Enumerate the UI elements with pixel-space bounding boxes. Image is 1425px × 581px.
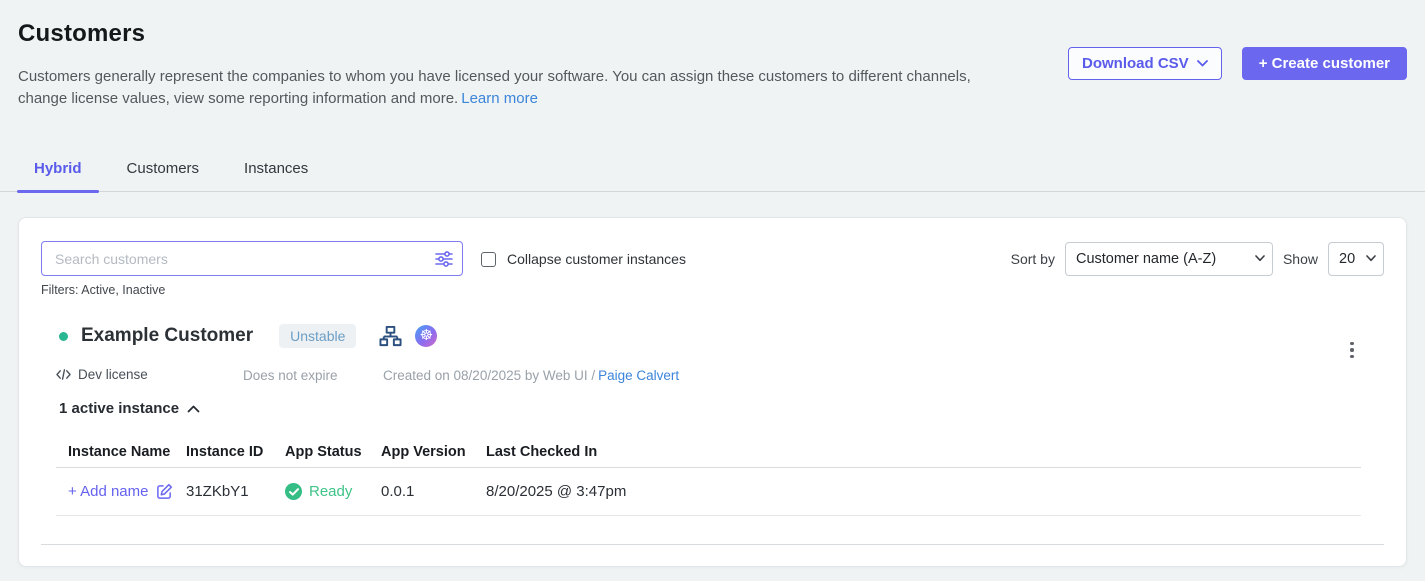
code-icon (56, 368, 71, 381)
last-checked-in-cell: 8/20/2025 @ 3:47pm (486, 483, 1361, 500)
sort-by-label: Sort by (1011, 251, 1055, 267)
learn-more-link[interactable]: Learn more (461, 90, 538, 107)
create-customer-button[interactable]: + Create customer (1242, 47, 1407, 80)
created-by-link[interactable]: Paige Calvert (598, 368, 679, 383)
license-row: Dev license Does not expire Created on 0… (56, 367, 1376, 385)
column-header-app-status: App Status (285, 444, 381, 460)
customer-header: Example Customer Unstable ☸ (59, 324, 437, 348)
page-title: Customers (18, 20, 145, 48)
collapse-instances-control: Collapse customer instances (481, 242, 686, 276)
tab-hybrid[interactable]: Hybrid (17, 149, 99, 191)
table-row: + Add name 31ZKbY1 Ready 0.0.1 (56, 468, 1361, 516)
create-customer-label: + Create customer (1259, 55, 1390, 72)
tab-instances[interactable]: Instances (227, 149, 325, 191)
download-csv-label: Download CSV (1082, 55, 1189, 72)
column-header-instance-name: Instance Name (56, 444, 186, 460)
created-on-text: Created on 08/20/2025 by Web UI /Paige C… (383, 368, 679, 383)
customer-group-divider (41, 544, 1384, 545)
show-label: Show (1283, 251, 1318, 267)
license-type: Dev license (56, 367, 148, 382)
search-box (41, 241, 463, 276)
page-description: Customers generally represent the compan… (18, 66, 983, 110)
instances-toggle[interactable]: 1 active instance (59, 400, 200, 417)
download-csv-button[interactable]: Download CSV (1068, 47, 1222, 80)
kubernetes-icon: ☸ (415, 325, 437, 347)
column-header-instance-id: Instance ID (186, 444, 285, 460)
license-expiry: Does not expire (243, 368, 338, 383)
active-filters-label: Filters: Active, Inactive (41, 283, 165, 297)
license-type-label: Dev license (78, 367, 148, 382)
customers-page: Customers Customers generally represent … (0, 0, 1425, 581)
app-status-cell: Ready (285, 483, 381, 500)
app-version-cell: 0.0.1 (381, 483, 486, 500)
chevron-up-icon (187, 405, 200, 413)
sort-controls: Sort by Customer name (A-Z) Show 20 (1011, 242, 1384, 276)
active-status-dot (59, 332, 68, 341)
instance-name-cell: + Add name (56, 483, 186, 500)
chevron-down-icon (1197, 60, 1208, 67)
table-header-row: Instance Name Instance ID App Status App… (56, 444, 1361, 468)
search-input[interactable] (41, 241, 463, 276)
ready-check-icon (285, 483, 302, 500)
sitemap-icon (379, 325, 402, 348)
column-header-app-version: App Version (381, 444, 486, 460)
instances-table: Instance Name Instance ID App Status App… (56, 444, 1361, 516)
collapse-instances-checkbox[interactable] (481, 252, 496, 267)
app-status-text: Ready (309, 483, 352, 500)
instance-id-cell: 31ZKbY1 (186, 483, 285, 500)
show-count-select[interactable]: 20 (1328, 242, 1384, 276)
tab-customers[interactable]: Customers (110, 149, 217, 191)
edit-icon[interactable] (156, 483, 173, 500)
instances-summary: 1 active instance (59, 400, 179, 417)
tab-bar: Hybrid Customers Instances (0, 149, 1425, 192)
channel-badge: Unstable (279, 324, 356, 348)
customer-name-link[interactable]: Example Customer (81, 325, 253, 347)
column-header-last-checked-in: Last Checked In (486, 444, 1361, 460)
filter-sliders-icon[interactable] (434, 249, 454, 269)
kebab-menu-icon[interactable] (1344, 339, 1360, 361)
sort-select[interactable]: Customer name (A-Z) (1065, 242, 1273, 276)
customers-panel: Collapse customer instances Sort by Cust… (18, 217, 1407, 567)
header-actions: Download CSV + Create customer (1068, 47, 1407, 80)
add-name-link[interactable]: + Add name (68, 483, 148, 500)
collapse-instances-label: Collapse customer instances (507, 251, 686, 267)
